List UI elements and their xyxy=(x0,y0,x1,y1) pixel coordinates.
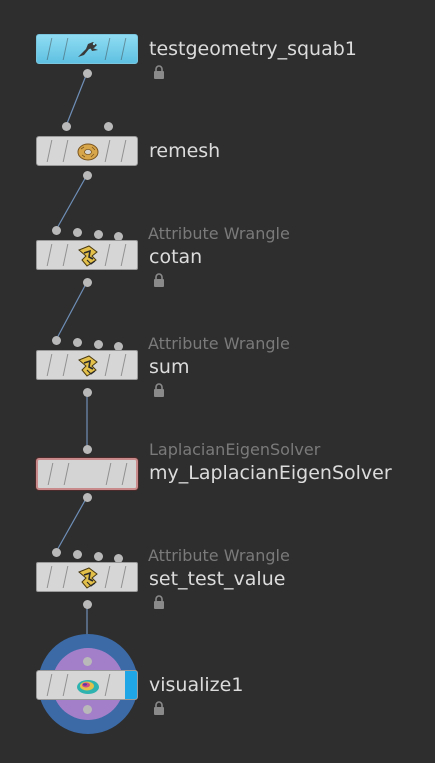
input-port[interactable] xyxy=(73,550,82,559)
input-port[interactable] xyxy=(62,122,71,131)
output-port[interactable] xyxy=(83,493,92,502)
node-name[interactable]: testgeometry_squab1 xyxy=(149,38,357,60)
node-type-label: Attribute Wrangle xyxy=(148,224,290,243)
wrangle-icon xyxy=(74,355,102,377)
input-port[interactable] xyxy=(73,338,82,347)
wire-squab-remesh xyxy=(65,72,88,127)
wire-remesh-cotan xyxy=(55,174,88,231)
input-port[interactable] xyxy=(94,552,103,561)
wrangle-icon xyxy=(74,245,102,267)
lock-icon[interactable] xyxy=(153,701,165,715)
node-name[interactable]: my_LaplacianEigenSolver xyxy=(149,462,392,484)
node-tile[interactable] xyxy=(36,34,138,64)
node-tile[interactable] xyxy=(36,458,138,490)
wire-cotan-sum xyxy=(55,281,88,341)
network-editor[interactable]: testgeometry_squab1 remesh Attribute Wra… xyxy=(0,0,435,763)
node-type-label: Attribute Wrangle xyxy=(148,546,290,565)
lock-icon[interactable] xyxy=(153,273,165,287)
input-port[interactable] xyxy=(94,340,103,349)
node-tile[interactable] xyxy=(36,350,138,380)
lock-icon[interactable] xyxy=(153,595,165,609)
input-port[interactable] xyxy=(52,226,61,235)
lock-icon[interactable] xyxy=(153,65,165,79)
input-port[interactable] xyxy=(52,548,61,557)
output-port[interactable] xyxy=(83,600,92,609)
node-name[interactable]: set_test_value xyxy=(149,568,285,590)
input-port[interactable] xyxy=(104,122,113,131)
wrangle-icon xyxy=(74,567,102,589)
node-name[interactable]: remesh xyxy=(149,140,220,162)
output-port[interactable] xyxy=(83,705,92,714)
node-tile[interactable] xyxy=(36,670,138,700)
display-flag[interactable] xyxy=(125,671,137,699)
input-port[interactable] xyxy=(73,228,82,237)
donut-icon xyxy=(74,141,102,163)
input-port[interactable] xyxy=(83,657,92,666)
output-port[interactable] xyxy=(83,278,92,287)
lock-icon[interactable] xyxy=(153,383,165,397)
node-type-label: Attribute Wrangle xyxy=(148,334,290,353)
node-name[interactable]: visualize1 xyxy=(149,674,243,696)
node-tile[interactable] xyxy=(36,136,138,166)
output-port[interactable] xyxy=(83,388,92,397)
output-port[interactable] xyxy=(83,171,92,180)
node-tile[interactable] xyxy=(36,240,138,270)
input-port[interactable] xyxy=(52,336,61,345)
node-stripes xyxy=(38,460,136,488)
wire-solver-setvalue xyxy=(55,496,88,553)
visualize-icon xyxy=(74,675,102,697)
output-port[interactable] xyxy=(83,69,92,78)
input-port[interactable] xyxy=(94,230,103,239)
input-port[interactable] xyxy=(83,445,92,454)
node-name[interactable]: cotan xyxy=(149,246,202,268)
squab-icon xyxy=(74,38,102,60)
node-type-label: LaplacianEigenSolver xyxy=(149,440,321,459)
node-tile[interactable] xyxy=(36,562,138,592)
node-name[interactable]: sum xyxy=(149,356,189,378)
